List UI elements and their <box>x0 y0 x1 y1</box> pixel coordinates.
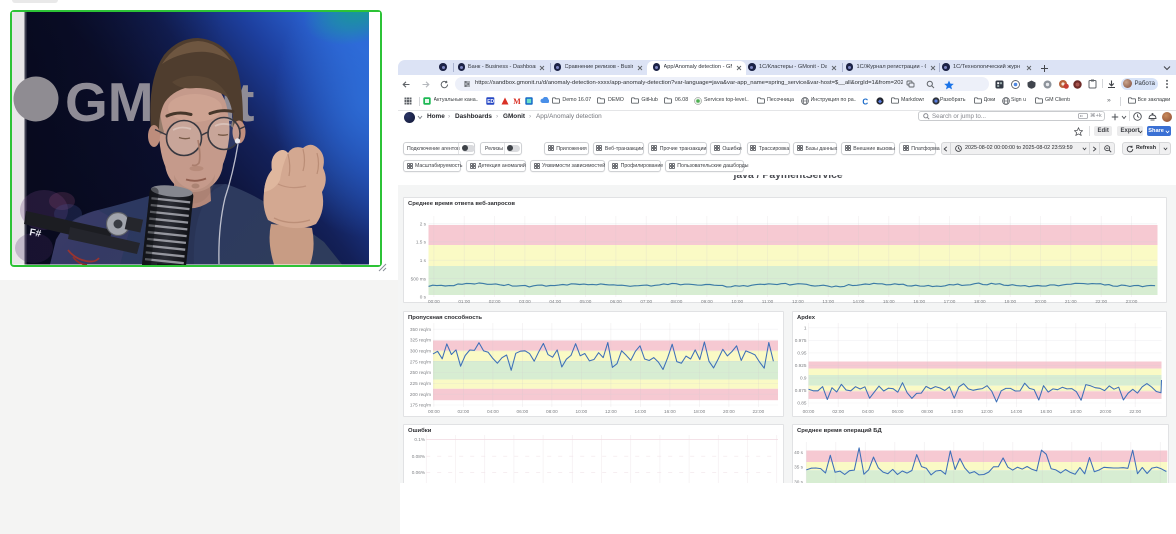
svg-text:325 req/m: 325 req/m <box>409 337 430 342</box>
svg-text:12:00: 12:00 <box>605 409 617 414</box>
svg-text:1 s: 1 s <box>419 258 426 263</box>
svg-text:02:00: 02:00 <box>488 299 500 304</box>
svg-text:300 req/m: 300 req/m <box>409 348 430 353</box>
svg-text:0.95: 0.95 <box>797 350 807 355</box>
svg-text:16:00: 16:00 <box>1040 409 1052 414</box>
svg-text:12:00: 12:00 <box>792 299 804 304</box>
svg-text:18:00: 18:00 <box>973 299 985 304</box>
svg-text:0.08%: 0.08% <box>411 454 424 459</box>
svg-text:0.06%: 0.06% <box>411 470 424 475</box>
svg-text:00:00: 00:00 <box>802 409 814 414</box>
svg-text:2 s: 2 s <box>419 221 426 226</box>
svg-text:275 req/m: 275 req/m <box>409 359 430 364</box>
svg-text:04:00: 04:00 <box>549 299 561 304</box>
svg-text:02:00: 02:00 <box>457 409 469 414</box>
svg-text:12:00: 12:00 <box>980 409 992 414</box>
svg-text:0.1%: 0.1% <box>414 437 425 442</box>
svg-text:35 s: 35 s <box>794 465 804 470</box>
svg-text:04:00: 04:00 <box>487 409 499 414</box>
svg-text:21:00: 21:00 <box>1064 299 1076 304</box>
svg-text:0.925: 0.925 <box>794 363 806 368</box>
svg-text:17:00: 17:00 <box>943 299 955 304</box>
svg-text:11:00: 11:00 <box>761 299 773 304</box>
svg-text:0.85: 0.85 <box>797 400 807 405</box>
svg-text:0.875: 0.875 <box>794 388 806 393</box>
svg-text:20:00: 20:00 <box>1034 299 1046 304</box>
svg-text:10:00: 10:00 <box>731 299 743 304</box>
svg-text:10:00: 10:00 <box>575 409 587 414</box>
svg-text:22:00: 22:00 <box>752 409 764 414</box>
svg-text:08:00: 08:00 <box>670 299 682 304</box>
svg-text:06:00: 06:00 <box>610 299 622 304</box>
svg-text:06:00: 06:00 <box>891 409 903 414</box>
svg-text:08:00: 08:00 <box>921 409 933 414</box>
svg-text:14:00: 14:00 <box>634 409 646 414</box>
svg-text:0.9: 0.9 <box>799 375 806 380</box>
svg-text:03:00: 03:00 <box>519 299 531 304</box>
svg-text:22:00: 22:00 <box>1095 299 1107 304</box>
svg-text:250 req/m: 250 req/m <box>409 370 430 375</box>
svg-text:14:00: 14:00 <box>1010 409 1022 414</box>
svg-text:18:00: 18:00 <box>693 409 705 414</box>
svg-text:16:00: 16:00 <box>913 299 925 304</box>
svg-text:1: 1 <box>803 325 806 330</box>
svg-text:200 req/m: 200 req/m <box>409 391 430 396</box>
svg-text:08:00: 08:00 <box>546 409 558 414</box>
svg-text:M: M <box>513 97 521 105</box>
svg-text:40 s: 40 s <box>794 450 804 455</box>
svg-text:1.5 s: 1.5 s <box>415 239 426 244</box>
svg-text:20:00: 20:00 <box>723 409 735 414</box>
svg-text:0 s: 0 s <box>419 294 426 299</box>
svg-text:07:00: 07:00 <box>640 299 652 304</box>
svg-text:18:00: 18:00 <box>1069 409 1081 414</box>
svg-text:00:00: 00:00 <box>428 299 440 304</box>
svg-text:350 req/m: 350 req/m <box>409 326 430 331</box>
svg-text:16:00: 16:00 <box>664 409 676 414</box>
svg-text:06:00: 06:00 <box>516 409 528 414</box>
svg-text:500 ms: 500 ms <box>410 276 426 281</box>
svg-text:14:00: 14:00 <box>852 299 864 304</box>
svg-text:09:00: 09:00 <box>701 299 713 304</box>
svg-text:02:00: 02:00 <box>832 409 844 414</box>
svg-text:13:00: 13:00 <box>822 299 834 304</box>
svg-text:225 req/m: 225 req/m <box>409 381 430 386</box>
svg-text:20:00: 20:00 <box>1099 409 1111 414</box>
svg-text:C: C <box>862 97 868 106</box>
svg-text:04:00: 04:00 <box>862 409 874 414</box>
svg-text:01:00: 01:00 <box>458 299 470 304</box>
svg-text:05:00: 05:00 <box>579 299 591 304</box>
svg-text:ED: ED <box>487 99 494 105</box>
svg-text:30 s: 30 s <box>794 479 804 483</box>
svg-text:22:00: 22:00 <box>1129 409 1141 414</box>
svg-text:19:00: 19:00 <box>1004 299 1016 304</box>
svg-text:10:00: 10:00 <box>951 409 963 414</box>
svg-text:F#: F# <box>28 227 42 240</box>
svg-text:15:00: 15:00 <box>882 299 894 304</box>
svg-text:175 req/m: 175 req/m <box>409 402 430 407</box>
svg-text:0.975: 0.975 <box>794 338 806 343</box>
svg-text:00:00: 00:00 <box>428 409 440 414</box>
svg-text:23:00: 23:00 <box>1125 299 1137 304</box>
